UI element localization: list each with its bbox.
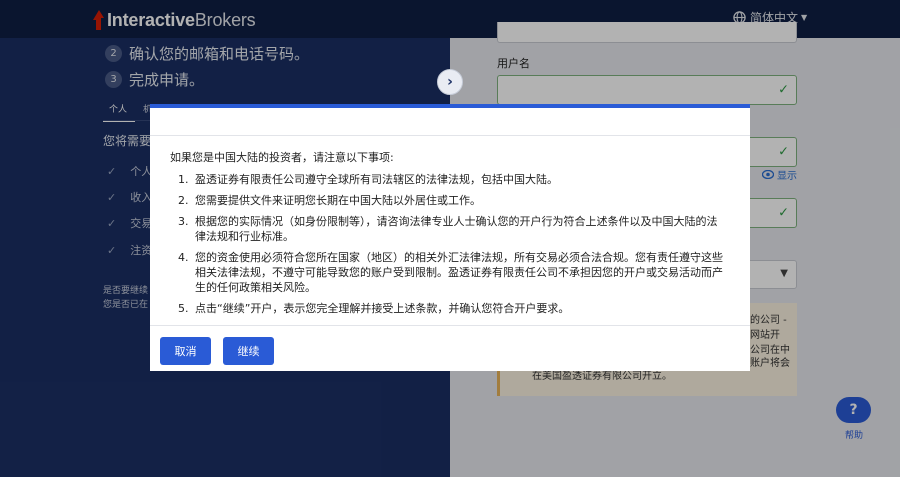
notice-index: 2. bbox=[178, 194, 189, 207]
notice-index: 4. bbox=[178, 251, 189, 264]
notice-index: 1. bbox=[178, 173, 189, 186]
notice-text: 盈透证券有限责任公司遵守全球所有司法辖区的法律法规，包括中国大陆。 bbox=[195, 173, 558, 186]
cancel-button[interactable]: 取消 bbox=[160, 337, 211, 365]
notice-index: 3. bbox=[178, 215, 189, 228]
notice-item: 1. 盈透证券有限责任公司遵守全球所有司法辖区的法律法规，包括中国大陆。 bbox=[170, 172, 730, 187]
dialog-intro: 如果您是中国大陆的投资者，请注意以下事项: bbox=[170, 151, 394, 164]
dialog-body: 如果您是中国大陆的投资者，请注意以下事项: 1. 盈透证券有限责任公司遵守全球所… bbox=[150, 136, 750, 325]
notice-item: 3. 根据您的实际情况（如身份限制等），请咨询法律专业人士确认您的开户行为符合上… bbox=[170, 214, 730, 244]
chevron-right-icon: › bbox=[447, 74, 453, 90]
dialog-footer: 取消 继续 bbox=[150, 325, 750, 371]
notice-text: 点击“继续”开户，表示您完全理解并接受上述条款，并确认您符合开户要求。 bbox=[195, 302, 570, 315]
notice-text: 根据您的实际情况（如身份限制等），请咨询法律专业人士确认您的开户行为符合上述条件… bbox=[195, 215, 718, 243]
notice-index: 5. bbox=[178, 302, 189, 315]
mainland-china-notice-dialog: 如果您是中国大陆的投资者，请注意以下事项: 1. 盈透证券有限责任公司遵守全球所… bbox=[150, 104, 750, 371]
notice-item: 4. 您的资金使用必须符合您所在国家（地区）的相关外汇法律法规，所有交易必须合法… bbox=[170, 250, 730, 295]
expand-panel-button[interactable]: › bbox=[437, 69, 463, 95]
notice-list: 1. 盈透证券有限责任公司遵守全球所有司法辖区的法律法规，包括中国大陆。 2. … bbox=[170, 172, 730, 316]
notice-text: 您的资金使用必须符合您所在国家（地区）的相关外汇法律法规，所有交易必须合法合规。… bbox=[195, 251, 723, 294]
notice-text: 您需要提供文件来证明您长期在中国大陆以外居住或工作。 bbox=[195, 194, 481, 207]
continue-button[interactable]: 继续 bbox=[223, 337, 274, 365]
dialog-header bbox=[150, 108, 750, 136]
notice-item: 5. 点击“继续”开户，表示您完全理解并接受上述条款，并确认您符合开户要求。 bbox=[170, 301, 730, 316]
notice-item: 2. 您需要提供文件来证明您长期在中国大陆以外居住或工作。 bbox=[170, 193, 730, 208]
